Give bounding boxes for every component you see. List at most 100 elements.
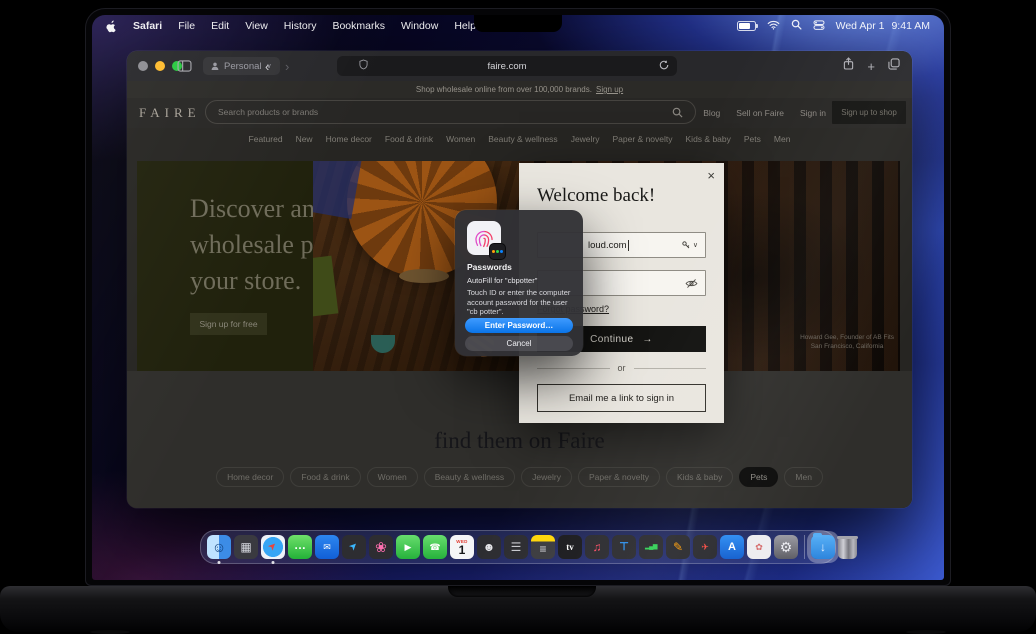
card-decor [313,256,338,317]
menu-item[interactable]: Safari [133,20,162,32]
dock-icon-pages[interactable]: ✎ [666,535,690,559]
text-caret [628,240,629,251]
faire-logo[interactable]: FAIRE [139,105,201,121]
dock-icon-trash[interactable] [838,538,857,559]
menu-bar-clock[interactable]: Wed Apr 1 9:41 AM [836,20,930,32]
category-pill[interactable]: Jewelry [521,467,572,487]
category-link[interactable]: Food & drink [385,134,433,144]
dock-icon-notes[interactable]: ≡ [531,535,555,559]
battery-icon[interactable] [737,21,756,31]
category-link[interactable]: Men [774,134,791,144]
autofill-dialog: Passwords AutoFill for "cbpotter" Touch … [455,210,583,356]
dock-icon-photos[interactable]: ❀ [369,535,393,559]
wifi-icon[interactable] [767,20,780,33]
share-icon[interactable] [843,57,854,75]
category-pill[interactable]: Kids & baby [666,467,733,487]
menu-item[interactable]: Bookmarks [332,20,385,32]
header-link[interactable]: Blog [703,108,720,118]
dock-icon-glyph: ⊤ [619,541,629,553]
menu-item[interactable]: Window [401,20,438,32]
dock-icon-finder[interactable]: ☺ [207,535,231,559]
header-links: Blog Sell on Faire Sign in [703,98,826,128]
category-pill[interactable]: Women [367,467,418,487]
dock-icon-glyph: ✎ [673,541,683,553]
laptop-foot [90,630,130,634]
dock-icon-numbers[interactable]: ▂▄▆ [639,535,663,559]
spotlight-search-icon[interactable] [791,19,802,33]
dock-icon-messages[interactable]: … [288,535,312,559]
reload-icon[interactable] [659,60,669,73]
signup-free-button[interactable]: Sign up for free [190,313,267,335]
category-link[interactable]: Women [446,134,475,144]
show-password-icon[interactable] [685,278,698,289]
privacy-shield-icon[interactable] [359,59,368,73]
dock-icon-calendar[interactable]: WED 1 [450,535,474,559]
apple-menu-icon[interactable] [106,20,117,33]
dock-icon-divider[interactable] [804,535,805,559]
menu-item[interactable]: File [178,20,195,32]
dock-icon-phone[interactable]: ☎ [423,535,447,559]
signup-to-shop-button[interactable]: Sign up to shop [832,101,906,124]
dock-icon-settings[interactable]: ⚙ [774,535,798,559]
sidebar-toggle-icon[interactable] [177,57,192,75]
search-input[interactable]: Search products or brands [205,100,696,124]
category-link[interactable]: Pets [744,134,761,144]
category-link[interactable]: Home decor [326,134,372,144]
close-window-button[interactable] [138,61,148,71]
category-pill[interactable]: Men [784,467,823,487]
category-pills: Home decor Food & drink Women Beauty & well… [127,467,912,487]
new-tab-icon[interactable]: + [867,59,875,74]
dock-icon-contacts[interactable]: ☻ [477,535,501,559]
dock-icon-launchpad[interactable]: ▦ [234,535,258,559]
category-pill[interactable]: Beauty & wellness [424,467,515,487]
category-link[interactable]: Paper & novelty [613,134,673,144]
dock-icon-reminders[interactable]: ☰ [504,535,528,559]
dock-icon-downloads[interactable]: ↓ [811,535,835,559]
back-button[interactable]: ‹ [265,57,269,75]
promo-signup-link[interactable]: Sign up [596,85,623,94]
dock-icon-glyph: ✿ [755,541,763,553]
dock-icon-keynote[interactable]: ⊤ [612,535,636,559]
dock-icon-glyph: A [728,541,736,553]
dock-icon-maps[interactable]: ➤ [342,535,366,559]
enter-password-button[interactable]: Enter Password… [465,318,573,333]
dock-icon-app-store[interactable]: A [720,535,744,559]
category-pill[interactable]: Paper & novelty [578,467,660,487]
menu-item[interactable]: History [284,20,317,32]
address-bar[interactable]: faire.com [337,56,677,76]
control-center-icon[interactable] [813,20,825,33]
email-link-button[interactable]: Email me a link to sign in [537,384,706,412]
category-pill[interactable]: Pets [739,467,778,487]
header-link[interactable]: Sell on Faire [736,108,784,118]
minimize-window-button[interactable] [155,61,165,71]
close-icon[interactable]: × [707,169,715,182]
menu-item[interactable]: Edit [211,20,229,32]
category-link[interactable]: Beauty & wellness [488,134,557,144]
menu-item[interactable]: View [245,20,268,32]
tab-overview-icon[interactable] [888,57,900,75]
macos-desktop: Safari File Edit View History Bookmarks Window… [92,15,944,580]
menu-bar-time: 9:41 AM [891,20,930,32]
category-pill[interactable]: Home decor [216,467,284,487]
dock-icon-facetime[interactable]: ▶ [396,535,420,559]
dock-icon-music[interactable]: ♫ [585,535,609,559]
category-link[interactable]: Kids & baby [686,134,731,144]
forward-button[interactable]: › [285,57,289,75]
category-link[interactable]: New [296,134,313,144]
dock-icon-tv[interactable]: tv [558,535,582,559]
category-pill[interactable]: Food & drink [290,467,360,487]
header-link[interactable]: Sign in [800,108,826,118]
chevron-down-icon: ∨ [693,241,698,249]
cancel-button[interactable]: Cancel [465,336,573,351]
dock-icon-rocket[interactable]: ✈ [693,535,717,559]
dock-icon-safari[interactable]: ➤ [261,535,285,559]
founder-caption-line2: San Francisco, California [800,342,894,351]
menu-item[interactable]: Help [454,20,476,32]
dock-icon-mail[interactable]: ✉ [315,535,339,559]
category-link[interactable]: Featured [249,134,283,144]
autofill-key-icon[interactable]: ∨ [681,240,698,250]
dock-icon-glyph: ⚙ [780,541,793,553]
founder-caption: Howard Gee, Founder of AB Fits San Franc… [800,333,894,351]
category-link[interactable]: Jewelry [571,134,600,144]
dock-icon-freeform[interactable]: ✿ [747,535,771,559]
